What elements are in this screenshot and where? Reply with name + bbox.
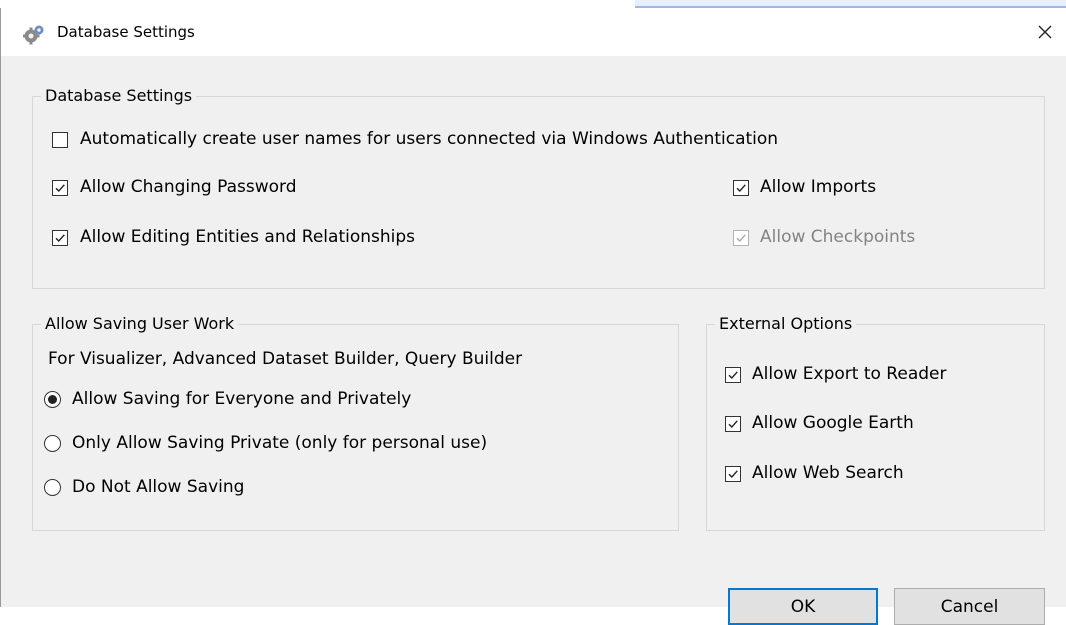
save-private-label[interactable]: Only Allow Saving Private (only for pers… [72, 432, 487, 454]
allow-editing-entities-label[interactable]: Allow Editing Entities and Relationships [80, 226, 415, 248]
save-everyone-label[interactable]: Allow Saving for Everyone and Privately [72, 388, 411, 410]
database-settings-dialog: Database Settings Database Settings Auto… [0, 8, 1066, 625]
saving-user-work-legend: Allow Saving User Work [45, 314, 235, 333]
allow-changing-password-label[interactable]: Allow Changing Password [80, 176, 297, 198]
allow-editing-entities-checkbox[interactable] [52, 230, 68, 246]
auto-create-usernames-label[interactable]: Automatically create user names for user… [80, 128, 778, 150]
close-icon[interactable] [1033, 20, 1057, 44]
auto-create-usernames-checkbox[interactable] [52, 132, 68, 148]
export-to-reader-checkbox[interactable] [725, 367, 741, 383]
title-bar[interactable]: Database Settings [1, 8, 1066, 56]
saving-user-work-group: Allow Saving User Work [32, 314, 679, 531]
save-private-radio[interactable] [44, 435, 61, 452]
gear-icon [23, 25, 44, 45]
database-settings-legend: Database Settings [45, 86, 193, 105]
saving-description: For Visualizer, Advanced Dataset Builder… [48, 349, 523, 369]
check-icon [728, 470, 738, 479]
no-saving-radio[interactable] [44, 479, 61, 496]
check-icon [55, 234, 65, 243]
window-title: Database Settings [57, 23, 195, 41]
google-earth-checkbox[interactable] [725, 416, 741, 432]
allow-checkpoints-label[interactable]: Allow Checkpoints [760, 226, 915, 248]
allow-imports-label[interactable]: Allow Imports [760, 176, 876, 198]
save-everyone-radio[interactable] [44, 391, 61, 408]
background-window-edge [635, 0, 1066, 8]
check-icon [728, 371, 738, 380]
external-options-legend: External Options [719, 314, 853, 333]
web-search-checkbox[interactable] [725, 466, 741, 482]
web-search-label[interactable]: Allow Web Search [752, 462, 904, 484]
check-icon [736, 234, 746, 243]
check-icon [736, 184, 746, 193]
check-icon [55, 184, 65, 193]
allow-checkpoints-checkbox[interactable] [733, 230, 749, 246]
export-to-reader-label[interactable]: Allow Export to Reader [752, 363, 946, 385]
google-earth-label[interactable]: Allow Google Earth [752, 412, 914, 434]
radio-selected-dot [48, 395, 57, 404]
check-icon [728, 420, 738, 429]
no-saving-label[interactable]: Do Not Allow Saving [72, 476, 244, 498]
allow-changing-password-checkbox[interactable] [52, 180, 68, 196]
allow-imports-checkbox[interactable] [733, 180, 749, 196]
